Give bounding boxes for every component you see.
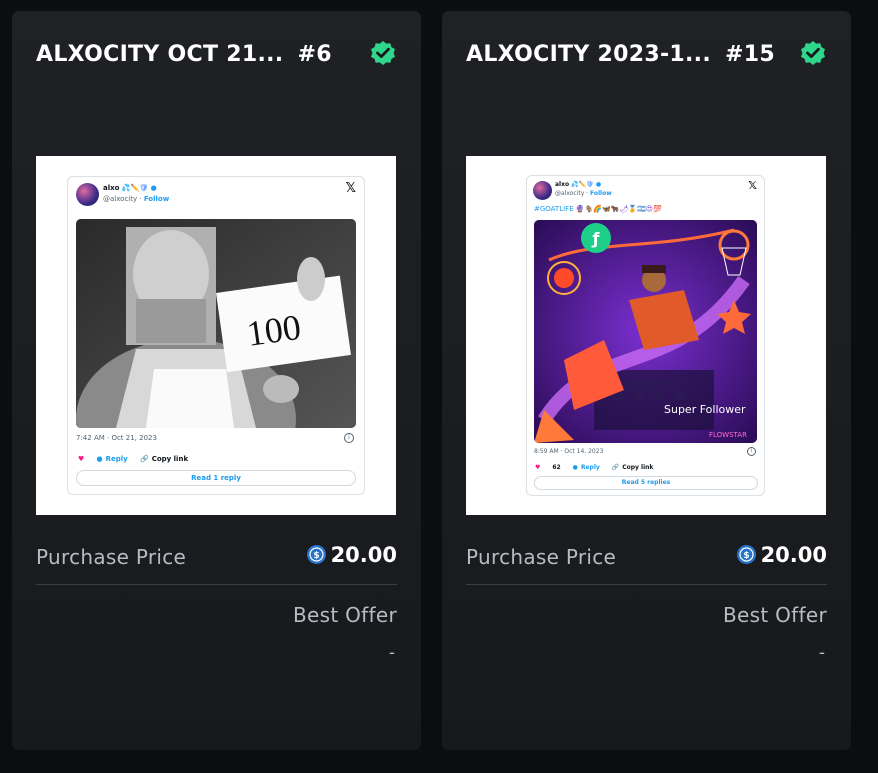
purchase-price-label: Purchase Price [466, 545, 617, 569]
likes-count: ♥ 62 [535, 464, 561, 471]
follow-link: Follow [143, 195, 170, 203]
tweet-media: 100 [76, 219, 356, 428]
read-replies-button: Read 5 replies [534, 476, 758, 490]
avatar [533, 181, 552, 200]
svg-text:100: 100 [244, 307, 303, 354]
tweet-author-name: alxo 💦✏️🛡 ● [103, 184, 157, 192]
tweet-embed: alxo 💦✏️🛡 ● @alxocity · Follow 𝕏 #GOATLI… [526, 175, 765, 496]
verified-check-icon [371, 41, 395, 65]
purchase-price-value: $ 20.00 [306, 543, 397, 567]
heart-icon: ♥ [78, 455, 85, 463]
card-title[interactable]: ALXOCITY 2023-1... #15 [466, 42, 775, 67]
info-icon: i [344, 433, 354, 443]
tweet-timestamp: 7:42 AM · Oct 21, 2023 [76, 434, 157, 442]
svg-text:ƒ: ƒ [592, 229, 601, 248]
nft-image[interactable]: alxo 💦✏️🛡 ● @alxocity · Follow 𝕏 #GOATLI… [466, 156, 826, 515]
purchase-price-label: Purchase Price [36, 545, 187, 569]
token-number: #6 [297, 42, 332, 67]
svg-text:$: $ [743, 551, 749, 561]
tweet-handle: @alxocity · Follow [555, 190, 612, 197]
link-icon: 🔗 [139, 455, 149, 463]
purchase-price-value: $ 20.00 [736, 543, 827, 567]
tweet-handle: @alxocity · Follow [103, 195, 170, 203]
best-offer-value: - [388, 643, 395, 663]
purchase-price-row: Purchase Price $ 20.00 [466, 543, 827, 573]
tweet-embed: alxo 💦✏️🛡 ● @alxocity · Follow 𝕏 100 7:4… [67, 176, 365, 495]
svg-text:Super Follower: Super Follower [664, 403, 746, 416]
divider [466, 584, 827, 585]
purchase-price-row: Purchase Price $ 20.00 [36, 543, 397, 573]
avatar [76, 183, 99, 206]
nft-card-2[interactable]: ALXOCITY 2023-1... #15 alxo 💦✏️🛡 ● @alxoc… [442, 11, 851, 750]
tweet-hashtag: #GOATLIFE 🔮🐐🌈🦋🐂🌶🏅🇦🇷😍💯 [534, 205, 662, 213]
nft-card-1[interactable]: ALXOCITY OCT 21... #6 alxo 💦✏️🛡 ● @alxoci… [12, 11, 421, 750]
card-title[interactable]: ALXOCITY OCT 21... #6 [36, 42, 332, 67]
best-offer-label: Best Offer [723, 603, 827, 627]
svg-text:FLOWSTAR: FLOWSTAR [709, 431, 747, 439]
verified-check-icon [801, 41, 825, 65]
divider [36, 584, 397, 585]
tweet-actions: ♥ 62 ● Reply 🔗 Copy link [535, 464, 654, 471]
usdc-coin-icon: $ [306, 545, 326, 564]
tweet-media: ƒ Super Follower FLOWSTAR [534, 220, 757, 443]
reply-icon: ● [572, 464, 578, 471]
nft-image[interactable]: alxo 💦✏️🛡 ● @alxocity · Follow 𝕏 100 7:4… [36, 156, 396, 515]
heart-icon: ♥ [535, 464, 541, 471]
tweet-timestamp: 8:59 AM · Oct 14, 2023 [534, 448, 604, 455]
tweet-actions: ♥ ● Reply 🔗 Copy link [78, 455, 189, 463]
x-logo-icon: 𝕏 [748, 179, 757, 192]
token-number: #15 [725, 42, 775, 67]
follow-link: Follow [589, 190, 612, 197]
best-offer-label: Best Offer [293, 603, 397, 627]
link-icon: 🔗 [611, 464, 620, 471]
best-offer-value: - [818, 643, 825, 663]
info-icon: i [747, 447, 756, 456]
read-replies-button: Read 1 reply [76, 470, 356, 486]
usdc-coin-icon: $ [736, 545, 756, 564]
x-logo-icon: 𝕏 [345, 181, 356, 196]
svg-text:$: $ [313, 551, 319, 561]
reply-icon: ● [96, 455, 103, 463]
tweet-author-name: alxo 💦✏️🛡 ● [555, 181, 602, 188]
